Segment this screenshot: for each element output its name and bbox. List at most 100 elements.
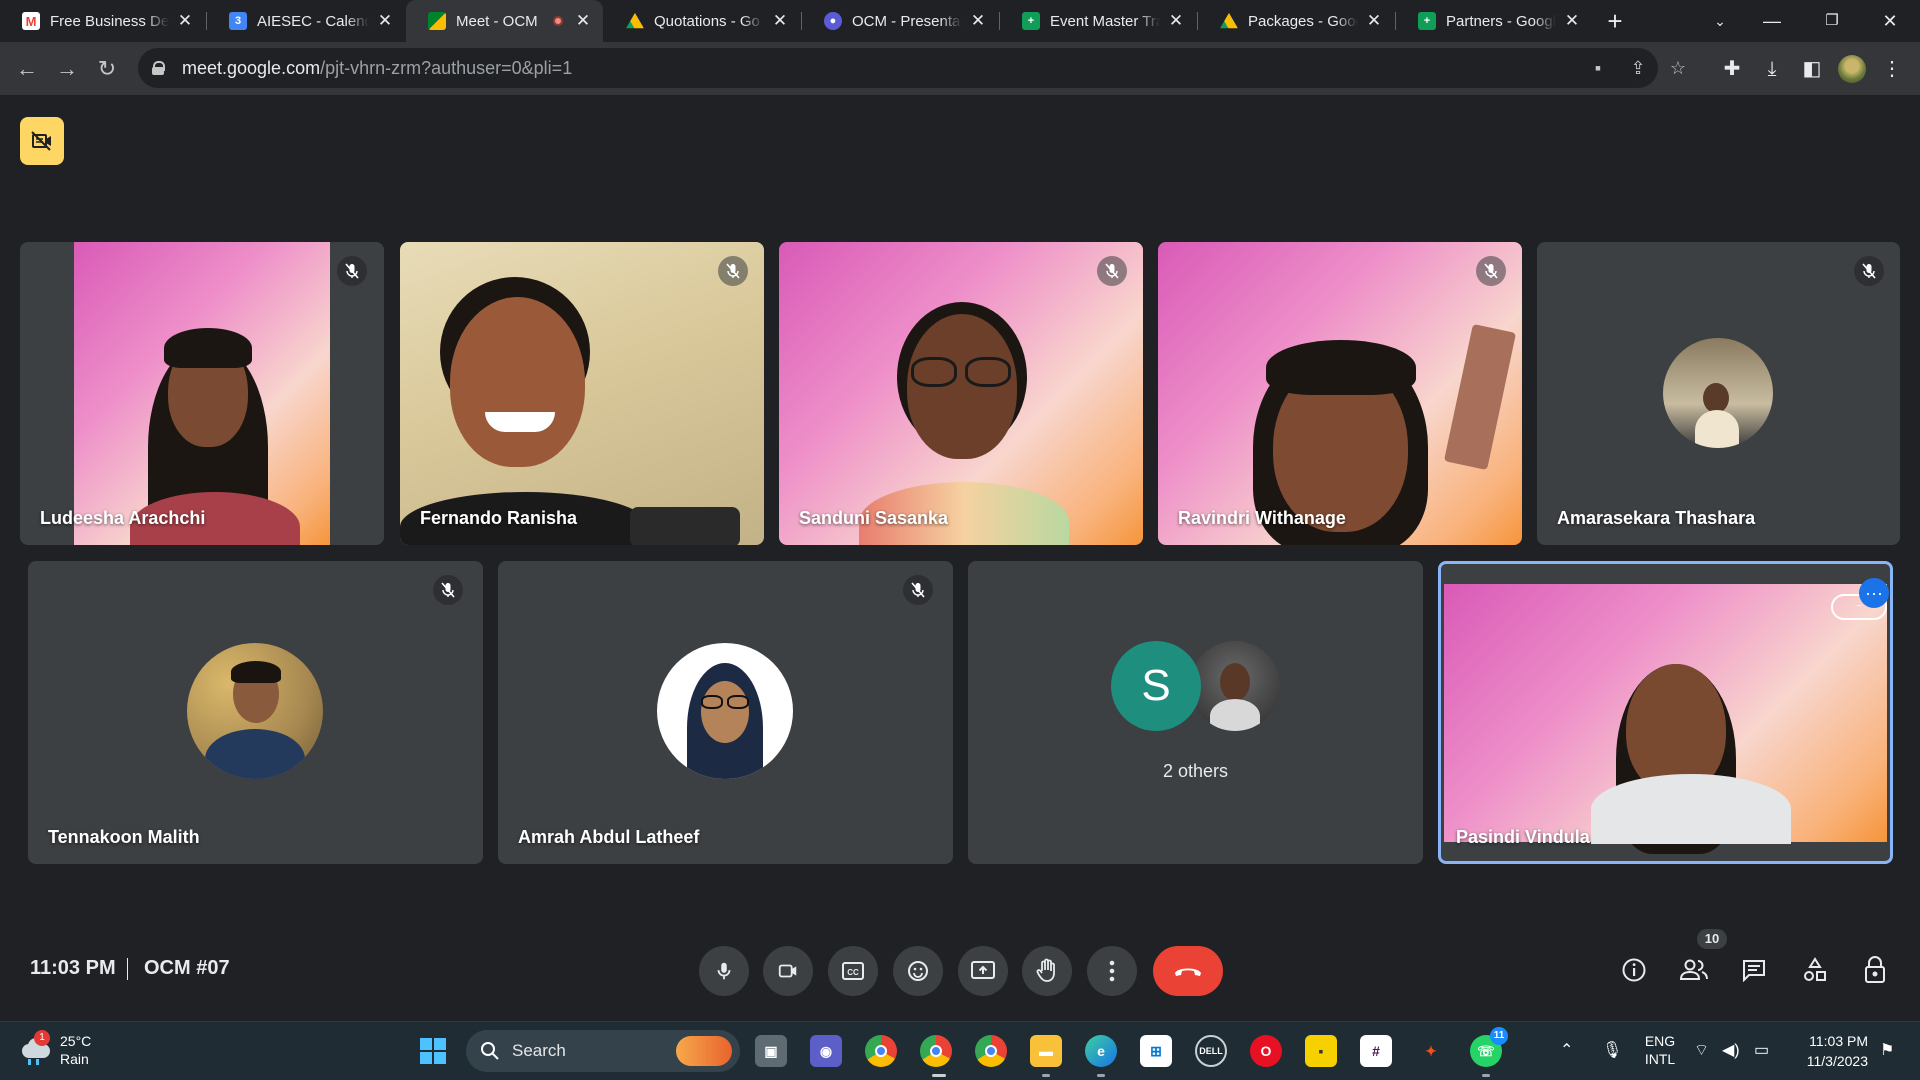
slack-icon[interactable]: #	[1360, 1035, 1392, 1067]
opera-icon[interactable]: O	[1250, 1035, 1282, 1067]
meeting-clock: 11:03 PM	[30, 957, 116, 979]
reactions-button[interactable]	[893, 946, 943, 996]
captions-icon: CC	[842, 962, 864, 980]
others-tile[interactable]: S 2 others	[968, 561, 1423, 864]
close-tab-icon[interactable]: ✕	[968, 11, 988, 31]
tab-calendar[interactable]: 3 AIESEC - Calenda ✕	[207, 0, 405, 42]
sticky-notes-icon[interactable]: ▪	[1305, 1035, 1337, 1067]
emoji-icon	[908, 961, 928, 981]
close-tab-icon[interactable]: ✕	[175, 11, 195, 31]
more-options-button[interactable]	[1087, 946, 1137, 996]
browser-menu-icon[interactable]: ⋮	[1878, 55, 1906, 83]
chrome-profile-icon[interactable]	[920, 1035, 952, 1067]
taskbar-clock[interactable]: 11:03 PM 11/3/2023	[1788, 1031, 1868, 1071]
bookmark-star-icon[interactable]: ☆	[1666, 56, 1690, 80]
more-options-icon[interactable]: ···	[1859, 578, 1889, 608]
meeting-details-icon[interactable]	[1616, 952, 1652, 988]
figma-icon[interactable]: ✦	[1415, 1035, 1447, 1067]
taskbar-search-box[interactable]: Search	[466, 1030, 740, 1072]
participant-avatar	[187, 643, 323, 779]
chrome-profile-icon[interactable]	[975, 1035, 1007, 1067]
participant-tile[interactable]: Amarasekara Thashara	[1537, 242, 1900, 545]
share-icon[interactable]: ⇪	[1626, 56, 1650, 80]
minimize-icon[interactable]: —	[1752, 4, 1792, 38]
chat-icon[interactable]	[1736, 952, 1772, 988]
tab-quotations[interactable]: Quotations - Go ✕	[604, 0, 800, 42]
close-tab-icon[interactable]: ✕	[1562, 11, 1582, 31]
close-tab-icon[interactable]: ✕	[1364, 11, 1384, 31]
participant-name: Amarasekara Thashara	[1557, 508, 1756, 528]
whatsapp-badge: 11	[1490, 1027, 1508, 1045]
participant-tile[interactable]: Tennakoon Malith	[28, 561, 483, 864]
participant-count-badge: 10	[1697, 929, 1727, 949]
close-tab-icon[interactable]: ✕	[573, 11, 593, 31]
present-screen-button[interactable]	[958, 946, 1008, 996]
host-controls-icon[interactable]	[1857, 952, 1893, 988]
muted-mic-icon	[718, 256, 748, 286]
chrome-icon[interactable]	[865, 1035, 897, 1067]
task-view-icon[interactable]: ▣	[755, 1035, 787, 1067]
activities-icon[interactable]	[1797, 952, 1833, 988]
taskbar-time: 11:03 PM	[1809, 1033, 1868, 1049]
battery-icon[interactable]: ▭	[1754, 1040, 1769, 1060]
tab-event-master[interactable]: + Event Master Tra ✕	[1000, 0, 1196, 42]
raise-hand-button[interactable]	[1022, 946, 1072, 996]
teams-chat-icon[interactable]: ◉	[810, 1035, 842, 1067]
participant-tile[interactable]: Sanduni Sasanka	[779, 242, 1143, 545]
tab-search-icon[interactable]: ⌄	[1700, 4, 1740, 38]
whatsapp-icon[interactable]: ☏ 11	[1470, 1027, 1508, 1067]
wifi-icon[interactable]: ⌔	[1694, 1040, 1709, 1060]
address-bar[interactable]: meet.google.com/pjt-vhrn-zrm?authuser=0&…	[138, 48, 1686, 88]
captions-button[interactable]: CC	[828, 946, 878, 996]
camera-permission-icon[interactable]: ▪	[1586, 56, 1610, 80]
camera-off-badge-icon[interactable]	[20, 117, 64, 165]
close-tab-icon[interactable]: ✕	[375, 11, 395, 31]
weather-widget[interactable]: 1 25°C Rain	[20, 1030, 91, 1068]
windows-start-icon[interactable]	[417, 1035, 449, 1067]
dell-icon[interactable]: DELL	[1195, 1035, 1227, 1067]
tab-packages[interactable]: Packages - Goog ✕	[1198, 0, 1394, 42]
vertical-dots-icon	[1109, 960, 1115, 982]
file-explorer-icon[interactable]: ▬	[1030, 1035, 1062, 1067]
extensions-icon[interactable]: ✚	[1718, 55, 1746, 83]
canva-icon: ●	[824, 12, 842, 30]
volume-icon[interactable]: ◀︎)	[1722, 1040, 1740, 1060]
close-window-icon[interactable]: ✕	[1870, 4, 1910, 38]
notifications-icon[interactable]: ⚑	[1880, 1040, 1894, 1060]
download-icon[interactable]: ⤓	[1758, 55, 1786, 83]
forward-icon[interactable]: →	[52, 54, 82, 84]
edge-icon[interactable]: e	[1085, 1035, 1117, 1067]
tab-title: AIESEC - Calenda	[257, 12, 369, 30]
reload-icon[interactable]: ↻	[92, 54, 122, 84]
self-tile[interactable]: ~ ··· Pasindi Vindula	[1438, 561, 1893, 864]
tab-title: Meet - OCM	[456, 12, 538, 30]
avatar-letter: S	[1111, 641, 1201, 731]
tab-meet[interactable]: Meet - OCM ✕	[406, 0, 603, 42]
muted-mic-icon	[433, 575, 463, 605]
participant-tile[interactable]: Amrah Abdul Latheef	[498, 561, 953, 864]
participant-name: Fernando Ranisha	[420, 508, 578, 528]
tab-gmail[interactable]: M Free Business De ✕	[0, 0, 205, 42]
language-indicator[interactable]: ENG INTL	[1640, 1032, 1680, 1068]
mic-toggle-button[interactable]	[699, 946, 749, 996]
new-tab-button[interactable]: +	[1600, 6, 1630, 36]
microsoft-store-icon[interactable]: ⊞	[1140, 1035, 1172, 1067]
participant-tile[interactable]: Ravindri Withanage	[1158, 242, 1522, 545]
restore-icon[interactable]: ❐	[1812, 4, 1852, 38]
profile-avatar[interactable]	[1838, 55, 1866, 83]
close-tab-icon[interactable]: ✕	[1166, 11, 1186, 31]
tab-partners[interactable]: + Partners - Googl ✕	[1396, 0, 1592, 42]
participant-tile[interactable]: Fernando Ranisha	[400, 242, 764, 545]
side-panel-icon[interactable]: ◧	[1798, 55, 1826, 83]
camera-toggle-button[interactable]	[763, 946, 813, 996]
people-icon[interactable]	[1676, 952, 1712, 988]
close-tab-icon[interactable]: ✕	[770, 11, 790, 31]
show-hidden-icons[interactable]: ⌃	[1560, 1040, 1573, 1060]
microphone-icon[interactable]: 🎙︎	[1602, 1040, 1622, 1060]
participant-avatar	[657, 643, 793, 779]
leave-call-button[interactable]	[1153, 946, 1223, 996]
tab-presentation[interactable]: ● OCM - Presentat ✕	[802, 0, 998, 42]
back-icon[interactable]: ←	[12, 54, 42, 84]
participant-tile[interactable]: Ludeesha Arachchi	[20, 242, 384, 545]
drive-icon	[1220, 12, 1238, 29]
